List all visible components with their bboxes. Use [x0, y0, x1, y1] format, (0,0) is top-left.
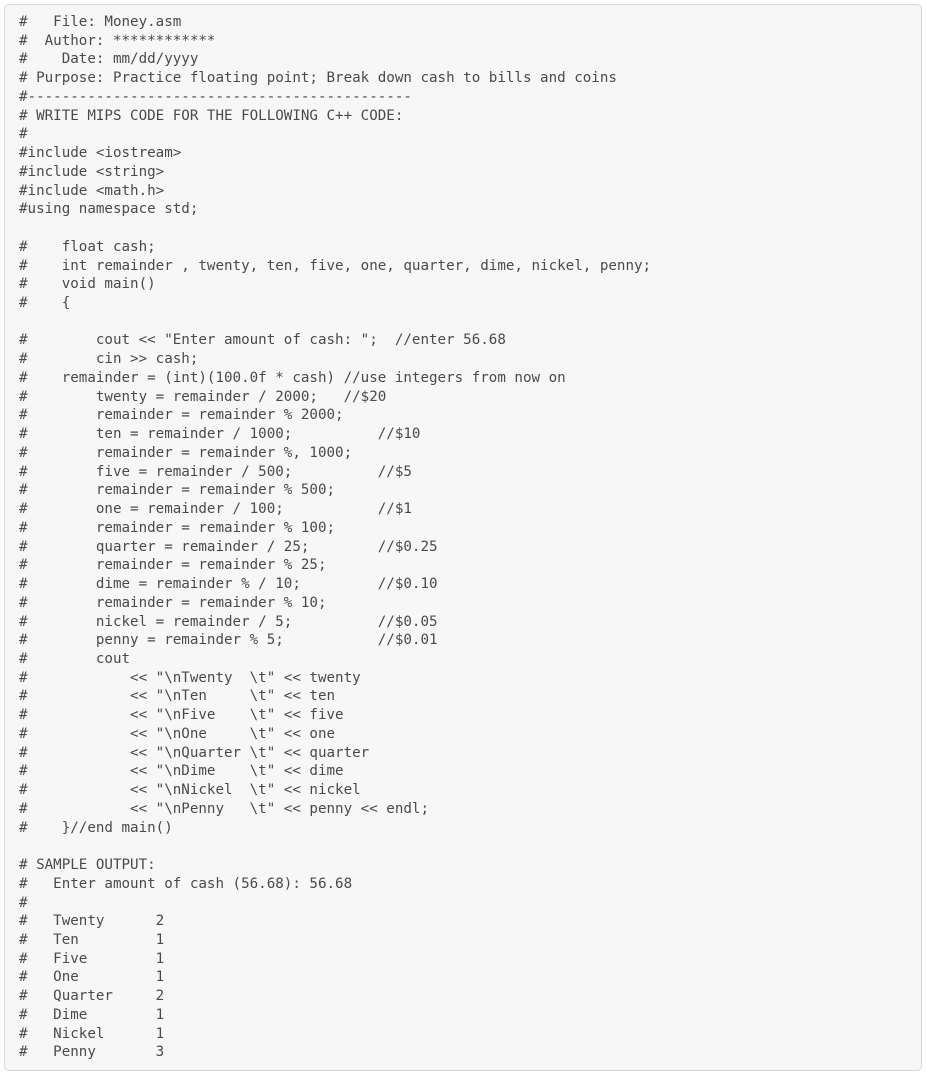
code-block: # File: Money.asm # Author: ************… [4, 4, 922, 1071]
code-content: # File: Money.asm # Author: ************… [19, 14, 651, 1060]
